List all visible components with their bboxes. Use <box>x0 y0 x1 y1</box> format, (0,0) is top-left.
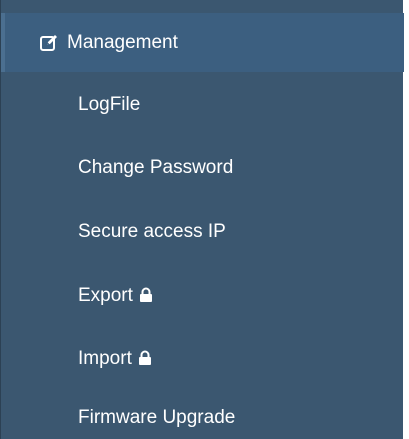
lock-icon <box>138 350 152 366</box>
lock-icon <box>139 287 153 303</box>
menu-item-label: Change Password <box>78 157 234 178</box>
menu-item-label: Firmware Upgrade <box>78 407 236 428</box>
menu-item-secure-access-ip[interactable]: Secure access IP <box>1 212 404 252</box>
menu-item-export[interactable]: Export <box>1 276 404 316</box>
sidebar: Management LogFile Change Password Secur… <box>0 0 404 439</box>
section-header-management[interactable]: Management <box>1 13 404 72</box>
edit-icon <box>39 33 59 53</box>
menu-item-label: Export <box>78 285 133 306</box>
menu-item-logfile[interactable]: LogFile <box>1 85 404 125</box>
menu-item-firmware-upgrade[interactable]: Firmware Upgrade <box>1 398 404 438</box>
menu-item-label: Secure access IP <box>78 221 226 242</box>
menu-item-label: LogFile <box>78 94 141 115</box>
menu-item-import[interactable]: Import <box>1 339 404 379</box>
menu-item-label: Import <box>78 348 132 369</box>
menu-item-change-password[interactable]: Change Password <box>1 148 404 188</box>
section-header-label: Management <box>67 31 178 53</box>
